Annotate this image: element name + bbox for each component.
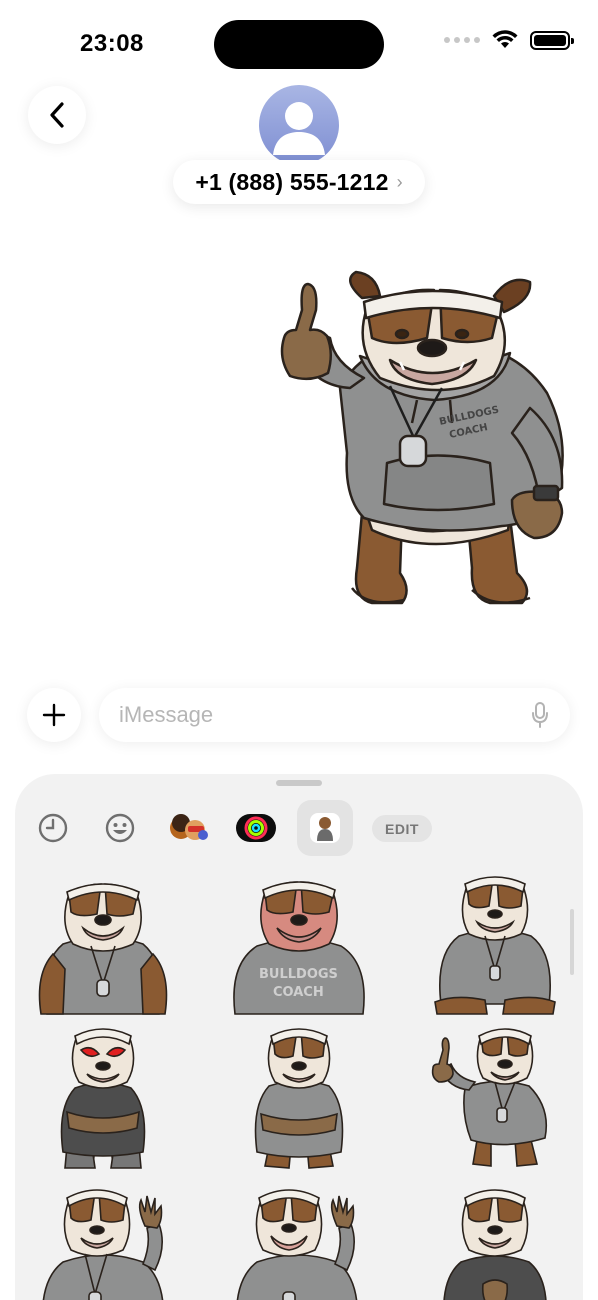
status-icons (444, 30, 574, 50)
status-time: 23:08 (80, 30, 144, 57)
person-icon (273, 102, 325, 155)
sticker-bulldog-waving-smile[interactable] (229, 1184, 369, 1300)
microphone-icon[interactable] (530, 701, 550, 729)
sent-sticker-bulldog-coach[interactable]: BULLDOGS COACH (272, 268, 582, 613)
svg-text:BULLDOGS: BULLDOGS (259, 967, 338, 982)
sticker-drawer: EDIT BULLDOGS COACH (15, 774, 583, 1300)
sticker-bulldog-sitting[interactable] (425, 874, 565, 1019)
sticker-bulldog-waving[interactable] (33, 1184, 173, 1300)
wifi-icon (492, 30, 518, 48)
sticker-bulldog-arms-crossed[interactable] (229, 1028, 369, 1173)
message-input[interactable]: iMessage (99, 688, 570, 742)
tab-bulldog-stickers[interactable] (297, 800, 353, 856)
battery-icon (530, 30, 574, 50)
recent-clock-icon (38, 813, 68, 843)
bulldog-sticker-pack-icon (310, 813, 340, 843)
message-input-placeholder: iMessage (119, 702, 214, 727)
svg-text:COACH: COACH (273, 985, 324, 1000)
sticker-bulldog-tanktop[interactable] (33, 874, 173, 1019)
edit-stickers-button[interactable]: EDIT (372, 815, 432, 842)
tab-emoji[interactable] (92, 800, 148, 856)
dynamic-island (214, 20, 384, 69)
contact-avatar[interactable] (259, 85, 339, 165)
contact-name-pill[interactable]: +1 (888) 555-1212 › (173, 160, 425, 204)
sticker-bulldog-red-eyes-crossed[interactable] (33, 1028, 173, 1173)
sticker-bulldog-hands-clasped[interactable] (425, 1184, 565, 1300)
cellular-signal-icon (444, 37, 480, 43)
sticker-scrollbar[interactable] (570, 909, 574, 975)
chevron-right-icon: › (396, 171, 403, 192)
chevron-left-icon (50, 102, 64, 128)
sticker-bulldog-thumbs-up[interactable] (425, 1028, 565, 1173)
plus-icon (42, 703, 66, 727)
tab-recents[interactable] (25, 800, 81, 856)
tab-memoji[interactable] (160, 800, 216, 856)
apps-plus-button[interactable] (27, 688, 81, 742)
contact-number: +1 (888) 555-1212 (195, 168, 389, 195)
memoji-icon (170, 814, 208, 840)
emoji-icon (105, 813, 135, 843)
drawer-grabber[interactable] (276, 780, 322, 786)
sticker-tabs: EDIT (15, 800, 583, 856)
activity-rings-icon (236, 814, 276, 842)
sticker-bulldog-angry[interactable]: BULLDOGS COACH (229, 874, 369, 1019)
back-button[interactable] (28, 86, 86, 144)
tab-activity[interactable] (228, 800, 284, 856)
